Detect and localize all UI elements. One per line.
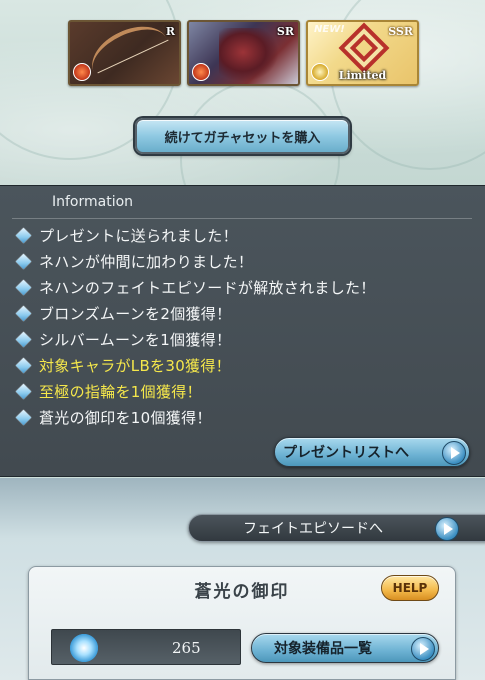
arrow-right-icon — [435, 517, 459, 541]
list-item: シルバームーンを1個獲得！ — [12, 326, 472, 352]
present-list-button[interactable]: プレゼントリストへ — [274, 437, 470, 467]
bow-icon — [83, 22, 177, 84]
limited-label: Limited — [338, 69, 387, 82]
diamond-bullet-icon — [15, 253, 32, 269]
fire-element-icon — [192, 63, 210, 81]
fire-element-icon — [73, 63, 91, 81]
seal-panel: 蒼光の御印 HELP 265 対象装備品一覧 — [28, 566, 456, 680]
list-item: 対象キャラがLBを30獲得！ — [12, 352, 472, 378]
new-tag: NEW! — [314, 24, 345, 35]
list-item: プレゼントに送られました！ — [12, 222, 472, 248]
diamond-bullet-icon — [15, 331, 32, 347]
divider — [12, 218, 472, 219]
diamond-bullet-icon — [15, 227, 32, 243]
gacha-result-cards: R SR NEW! SSR Limited — [68, 20, 419, 86]
buy-gacha-set-button[interactable]: 続けてガチャセットを購入 — [135, 118, 350, 154]
arrow-right-icon — [442, 441, 466, 465]
blue-seal-icon — [70, 634, 98, 662]
rarity-badge: SR — [276, 25, 294, 38]
diamond-bullet-icon — [15, 305, 32, 321]
information-panel: Information プレゼントに送られました！ ネハンが仲間に加わりました！… — [0, 185, 485, 477]
list-item: ブロンズムーンを2個獲得！ — [12, 300, 472, 326]
information-title: Information — [52, 194, 134, 210]
rarity-badge: SSR — [388, 25, 413, 38]
rarity-badge: R — [165, 25, 175, 38]
seal-count: 265 — [172, 639, 201, 657]
diamond-bullet-icon — [15, 409, 32, 425]
help-button[interactable]: HELP — [381, 575, 439, 601]
present-list-label: プレゼントリストへ — [283, 445, 409, 461]
fate-episode-label: フェイトエピソードへ — [243, 521, 383, 537]
diamond-bullet-icon — [15, 383, 32, 399]
information-list: プレゼントに送られました！ ネハンが仲間に加わりました！ ネハンのフェイトエピソ… — [12, 222, 472, 430]
list-item: 至極の指輪を1個獲得！ — [12, 378, 472, 404]
list-item: ネハンのフェイトエピソードが解放されました！ — [12, 274, 472, 300]
equipment-list-label: 対象装備品一覧 — [274, 641, 372, 657]
list-item: 蒼光の御印を10個獲得！ — [12, 404, 472, 430]
seal-count-box: 265 — [51, 629, 241, 665]
equipment-list-button[interactable]: 対象装備品一覧 — [251, 633, 439, 663]
list-item: ネハンが仲間に加わりました！ — [12, 248, 472, 274]
dragon-icon — [219, 28, 279, 82]
fate-episode-button[interactable]: フェイトエピソードへ — [188, 514, 485, 542]
gacha-card-sr[interactable]: SR — [187, 20, 300, 86]
arrow-right-icon — [411, 637, 435, 661]
gacha-card-ssr[interactable]: NEW! SSR Limited — [306, 20, 419, 86]
diamond-bullet-icon — [15, 279, 32, 295]
gacha-card-r[interactable]: R — [68, 20, 181, 86]
diamond-bullet-icon — [15, 357, 32, 373]
knot-emblem-icon — [338, 22, 390, 74]
